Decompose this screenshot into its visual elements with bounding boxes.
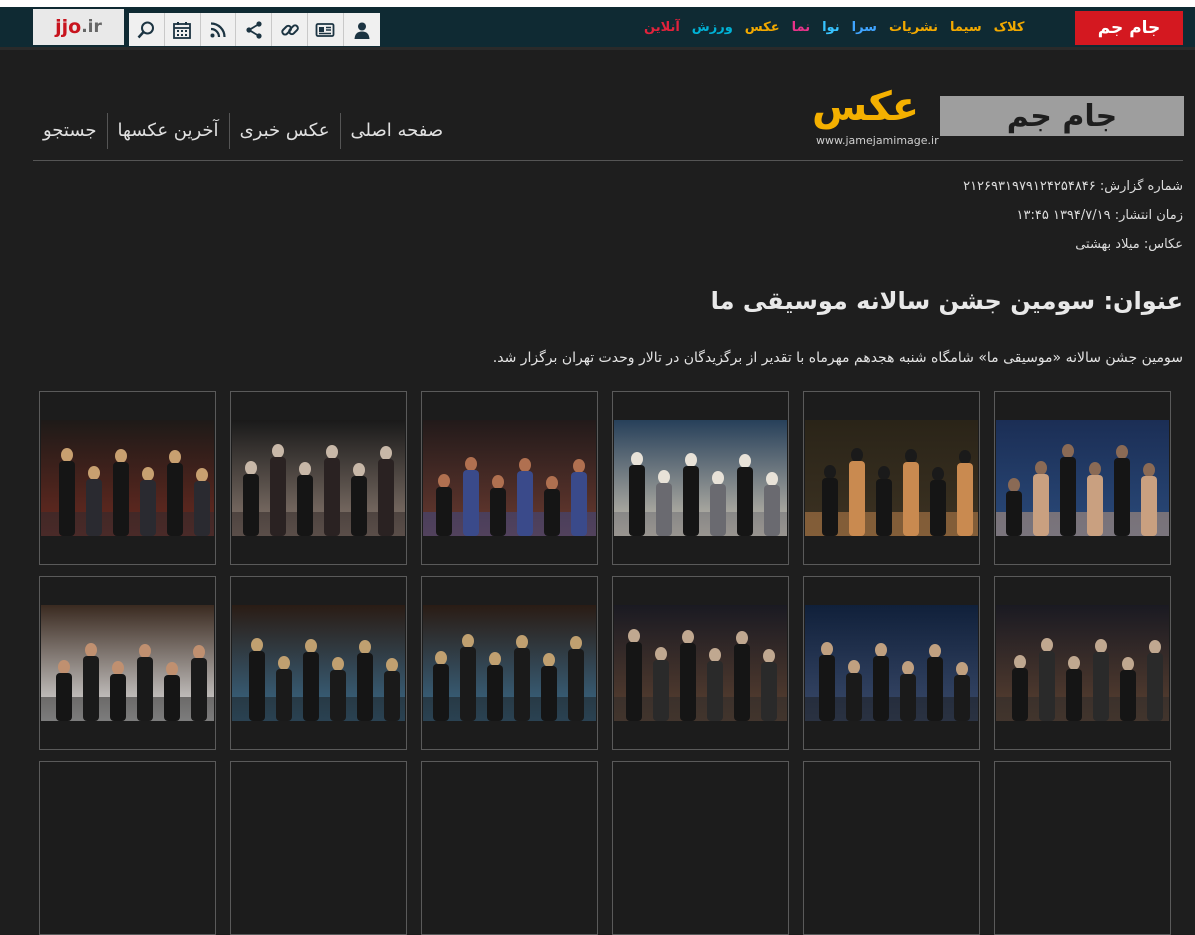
photo-3[interactable] [612,391,789,565]
jjo-logo[interactable]: jjo .ir [33,9,124,45]
photo-thumbnail [614,420,787,536]
page-title: عنوان: سومین جشن سالانه موسیقی ما [710,287,1183,315]
photo-thumbnail [232,605,405,721]
header-divider [33,160,1183,161]
jjo-logo-suffix: .ir [81,17,102,37]
main-nav: صفحه اصلی عکس خبری آخرین عکسها جستجو [33,113,443,149]
photo-thumbnail [996,605,1169,721]
photo-thumbnail [41,605,214,721]
site-logo-jamejam: جام جم [940,96,1184,136]
photo-10[interactable] [421,576,598,750]
search-icon[interactable] [129,13,165,46]
section-link[interactable]: نما [792,20,810,35]
section-link[interactable]: سیما [950,20,982,35]
photo-thumbnail [805,605,978,721]
section-link[interactable]: کلاک [994,20,1025,35]
photo-thumbnail [232,420,405,536]
top-bar-rule [0,47,1195,50]
photo-thumbnail [423,420,596,536]
photographer: عکاس: میلاد بهشتی [1075,237,1183,252]
photo-14[interactable] [803,761,980,935]
photo-9[interactable] [612,576,789,750]
nav-latest-photos[interactable]: آخرین عکسها [106,113,229,149]
section-link[interactable]: سرا [852,20,877,35]
publish-time: زمان انتشار: ۱۳۹۴/۷/۱۹ ۱۳:۴۵ [1016,208,1183,223]
toolbar [129,13,380,46]
site-url: www.jamejamimage.ir [816,134,939,147]
nav-news-photo[interactable]: عکس خبری [228,113,340,149]
photo-16[interactable] [421,761,598,935]
nav-home[interactable]: صفحه اصلی [339,113,443,149]
photo-4[interactable] [421,391,598,565]
photo-thumbnail [423,605,596,721]
site-logo[interactable]: عکس جام جم www.jamejamimage.ir [812,84,1184,150]
photo-7[interactable] [994,576,1171,750]
photo-17[interactable] [230,761,407,935]
section-link[interactable]: ورزش [692,20,733,35]
photo-1[interactable] [994,391,1171,565]
site-logo-aks: عکس [812,84,920,130]
nav-search[interactable]: جستجو [33,113,107,149]
photo-18[interactable] [39,761,216,935]
jamejam-main-logo[interactable]: جام جم [1075,11,1183,45]
section-link[interactable]: عکس [745,20,780,35]
photo-11[interactable] [230,576,407,750]
section-link[interactable]: نوا [822,20,840,35]
photo-6[interactable] [39,391,216,565]
report-meta: شماره گزارش: ۲۱۲۶۹۳۱۹۷۹۱۲۴۲۵۴۸۴۶ زمان ان… [963,177,1183,264]
section-link[interactable]: نشریات [889,20,938,35]
calendar-icon[interactable] [165,13,201,46]
photo-thumbnail [41,420,214,536]
photo-12[interactable] [39,576,216,750]
user-icon[interactable] [344,13,380,46]
photo-5[interactable] [230,391,407,565]
photo-2[interactable] [803,391,980,565]
photo-thumbnail [614,605,787,721]
photo-13[interactable] [994,761,1171,935]
jjo-logo-text: jjo [55,16,82,38]
share-icon[interactable] [236,13,273,46]
report-number: شماره گزارش: ۲۱۲۶۹۳۱۹۷۹۱۲۴۲۵۴۸۴۶ [963,179,1183,194]
browser-top-edge [0,0,1195,7]
report-description: سومین جشن سالانه «موسیقی ما» شامگاه شنبه… [492,350,1183,366]
photo-15[interactable] [612,761,789,935]
newspaper-icon[interactable] [308,13,344,46]
photo-thumbnail [805,420,978,536]
photo-8[interactable] [803,576,980,750]
section-link[interactable]: آنلاین [644,20,680,35]
section-links: کلاک سیما نشریات سرا نوا نما عکس ورزش آنلاین [632,12,1024,42]
rss-icon[interactable] [201,13,237,46]
photo-thumbnail [996,420,1169,536]
link-icon[interactable] [272,13,308,46]
